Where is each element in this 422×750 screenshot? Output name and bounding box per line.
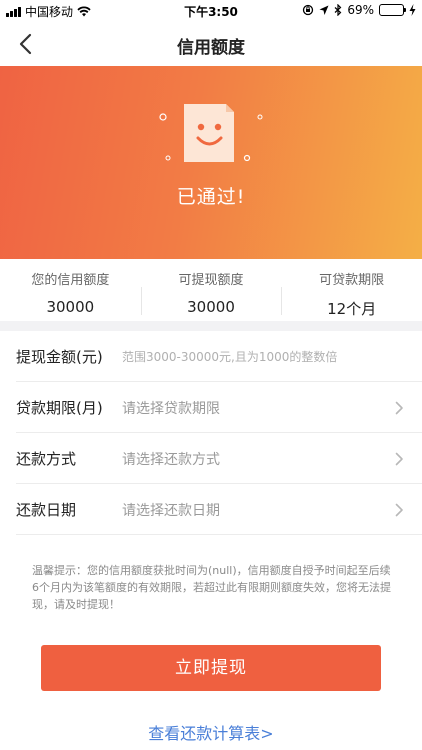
loan-term-label: 贷款期限(月) bbox=[16, 399, 103, 417]
approval-status: 已通过! bbox=[176, 186, 246, 208]
loan-term-row[interactable]: 贷款期限(月) 请选择贷款期限 bbox=[0, 382, 422, 433]
credit-limit: 您的信用额度 30000 bbox=[0, 259, 141, 321]
warm-tip: 温馨提示：您的信用额度获批时间为(null)，信用额度自授予时间起至后续6个月内… bbox=[32, 564, 391, 611]
page-title: 信用额度 bbox=[177, 38, 245, 58]
chevron-right-icon bbox=[395, 452, 403, 466]
repayment-date-label: 还款日期 bbox=[16, 501, 77, 519]
amount-label: 提现金额(元) bbox=[16, 348, 103, 366]
summary-label: 您的信用额度 bbox=[31, 273, 110, 288]
summary-value: 30000 bbox=[46, 298, 95, 316]
smiley-document-icon bbox=[159, 104, 263, 162]
withdrawable-limit: 可提现额度 30000 bbox=[140, 259, 282, 321]
nav-bar: 信用额度 bbox=[0, 22, 422, 66]
repayment-method-select[interactable]: 请选择还款方式 bbox=[122, 449, 422, 469]
credit-summary: 您的信用额度 30000 可提现额度 30000 可贷款期限 12个月 bbox=[0, 259, 422, 321]
section-divider bbox=[0, 321, 422, 331]
summary-value: 30000 bbox=[187, 298, 235, 316]
chevron-right-icon bbox=[395, 503, 403, 517]
status-bar: 中国移动 下午3:50 69% bbox=[0, 0, 422, 22]
repayment-method-label: 还款方式 bbox=[16, 450, 77, 468]
withdraw-form: 提现金额(元) 范围3000-30000元,且为1000的整数倍 贷款期限(月)… bbox=[0, 331, 422, 535]
summary-value: 12个月 bbox=[327, 300, 377, 318]
bluetooth-icon bbox=[334, 4, 342, 16]
location-icon bbox=[319, 5, 329, 15]
amount-input[interactable]: 范围3000-30000元,且为1000的整数倍 bbox=[122, 348, 422, 365]
chevron-right-icon bbox=[395, 401, 403, 415]
loan-term-limit: 可贷款期限 12个月 bbox=[281, 259, 422, 321]
loan-term-select[interactable]: 请选择贷款期限 bbox=[122, 398, 422, 418]
repayment-calculator-link[interactable]: 查看还款计算表> bbox=[0, 720, 422, 744]
withdraw-now-button[interactable]: 立即提现 bbox=[41, 645, 381, 691]
summary-label: 可提现额度 bbox=[178, 273, 244, 288]
battery-icon bbox=[379, 4, 406, 16]
repayment-date-select[interactable]: 请选择还款日期 bbox=[122, 500, 422, 520]
summary-label: 可贷款期限 bbox=[319, 273, 385, 288]
amount-row[interactable]: 提现金额(元) 范围3000-30000元,且为1000的整数倍 bbox=[0, 331, 422, 382]
charging-icon bbox=[409, 4, 416, 16]
orientation-lock-icon bbox=[303, 4, 314, 16]
approval-banner: 已通过! bbox=[0, 66, 422, 259]
repayment-method-row[interactable]: 还款方式 请选择还款方式 bbox=[0, 433, 422, 484]
battery-percent: 69% bbox=[347, 3, 374, 17]
repayment-date-row[interactable]: 还款日期 请选择还款日期 bbox=[0, 484, 422, 535]
